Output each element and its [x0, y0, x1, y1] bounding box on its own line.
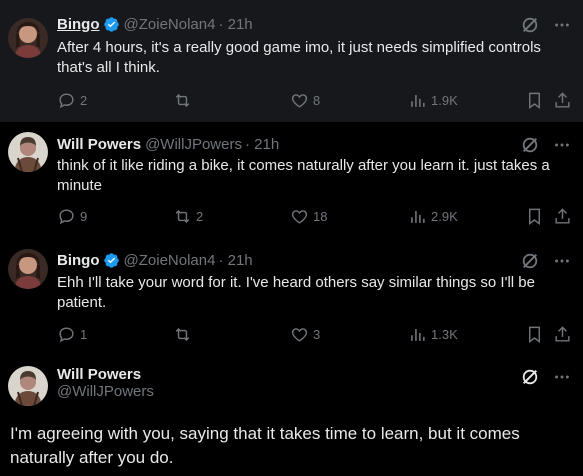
- repost-icon: [175, 209, 190, 224]
- timestamp[interactable]: · 21h: [245, 136, 279, 153]
- avatar-bingo[interactable]: [8, 18, 48, 58]
- avatar-bingo[interactable]: [8, 249, 48, 289]
- views-button[interactable]: 1.3K: [408, 325, 458, 344]
- tweet-text: think of it like riding a bike, it comes…: [57, 157, 550, 194]
- reply-button[interactable]: 9: [57, 207, 87, 226]
- like-button[interactable]: 18: [290, 207, 327, 226]
- grok-icon[interactable]: [521, 16, 539, 34]
- tweet-2[interactable]: Will Powers @WillJPowers · 21h think of …: [0, 122, 583, 239]
- timestamp[interactable]: · 21h: [218, 16, 252, 33]
- author-name[interactable]: Will Powers: [57, 136, 141, 153]
- like-count: 18: [313, 209, 328, 224]
- tweet-header: Bingo @ZoieNolan4 · 21h: [57, 250, 253, 270]
- verified-icon: [103, 16, 119, 32]
- timestamp[interactable]: · 21h: [218, 252, 252, 269]
- share-button[interactable]: [553, 207, 572, 226]
- tweet-actions: 9 2 18 2.9K: [57, 207, 577, 227]
- view-count: 1.3K: [431, 327, 458, 342]
- share-icon: [555, 208, 570, 224]
- main-tweet-text: I'm agreeing with you, saying that it ta…: [10, 424, 520, 467]
- tweet-top-icons: [521, 16, 571, 34]
- bookmark-button[interactable]: [525, 325, 544, 344]
- repost-button[interactable]: 2: [173, 207, 203, 226]
- reply-count: 9: [80, 209, 88, 224]
- reply-count: 2: [80, 93, 88, 108]
- reply-icon: [59, 93, 74, 109]
- reply-button[interactable]: 1: [57, 325, 87, 344]
- avatar-will-powers[interactable]: [8, 366, 48, 406]
- author-handle[interactable]: @ZoieNolan4: [124, 252, 216, 269]
- tweet-3[interactable]: Bingo @ZoieNolan4 · 21h Ehh I'll take yo…: [0, 239, 583, 356]
- tweet-top-icons: [521, 368, 571, 386]
- tweet-actions: 2 8 1.9K: [57, 91, 577, 111]
- repost-count: 2: [196, 209, 204, 224]
- views-button[interactable]: 1.9K: [408, 91, 458, 110]
- tweet-text: Ehh I'll take your word for it. I've hea…: [57, 274, 535, 311]
- share-button[interactable]: [553, 91, 572, 110]
- bookmark-button[interactable]: [525, 207, 544, 226]
- bookmark-icon: [529, 92, 540, 110]
- more-icon[interactable]: [553, 252, 571, 270]
- reply-icon: [59, 327, 74, 343]
- author-name[interactable]: Bingo: [57, 252, 100, 269]
- like-icon: [291, 328, 308, 342]
- tweet-1[interactable]: Bingo @ZoieNolan4 · 21h After 4 hours, i…: [0, 0, 583, 122]
- share-icon: [555, 326, 570, 342]
- main-tweet: Will Powers @WillJPowers I'm agreeing wi…: [0, 356, 583, 476]
- author-handle[interactable]: @WillJPowers: [145, 136, 242, 153]
- tweet-top-icons: [521, 136, 571, 154]
- like-icon: [291, 94, 308, 108]
- share-button[interactable]: [553, 325, 572, 344]
- author-handle[interactable]: @ZoieNolan4: [124, 16, 216, 33]
- views-icon: [411, 328, 425, 341]
- tweet-actions: 1 3 1.3K: [57, 325, 577, 345]
- bookmark-icon: [529, 208, 540, 226]
- more-icon[interactable]: [553, 368, 571, 386]
- like-button[interactable]: 3: [290, 325, 320, 344]
- reply-icon: [59, 209, 74, 225]
- grok-icon[interactable]: [521, 368, 539, 386]
- repost-icon: [175, 93, 190, 108]
- like-count: 8: [313, 93, 321, 108]
- tweet-header: Bingo @ZoieNolan4 · 21h: [57, 14, 253, 34]
- view-count: 2.9K: [431, 209, 458, 224]
- more-icon[interactable]: [553, 136, 571, 154]
- verified-icon: [103, 252, 119, 268]
- grok-icon[interactable]: [521, 252, 539, 270]
- tweet-header: Will Powers @WillJPowers · 21h: [57, 134, 279, 154]
- like-button[interactable]: 8: [290, 91, 320, 110]
- tweet-top-icons: [521, 252, 571, 270]
- repost-button[interactable]: [173, 325, 196, 344]
- tweet-text: After 4 hours, it's a really good game i…: [57, 39, 541, 76]
- author-handle[interactable]: @WillJPowers: [57, 383, 154, 400]
- views-icon: [411, 94, 425, 107]
- avatar-will-powers[interactable]: [8, 132, 48, 172]
- grok-icon[interactable]: [521, 136, 539, 154]
- bookmark-icon: [529, 326, 540, 344]
- reply-count: 1: [80, 327, 88, 342]
- like-icon: [291, 210, 308, 224]
- views-button[interactable]: 2.9K: [408, 207, 458, 226]
- bookmark-button[interactable]: [525, 91, 544, 110]
- like-count: 3: [313, 327, 321, 342]
- view-count: 1.9K: [431, 93, 458, 108]
- reply-button[interactable]: 2: [57, 91, 87, 110]
- repost-icon: [175, 327, 190, 342]
- share-icon: [555, 92, 570, 108]
- main-tweet-header: Will Powers @WillJPowers: [57, 366, 154, 406]
- repost-button[interactable]: [173, 91, 196, 110]
- author-name[interactable]: Bingo: [57, 16, 100, 33]
- views-icon: [411, 210, 425, 223]
- more-icon[interactable]: [553, 16, 571, 34]
- author-name[interactable]: Will Powers: [57, 366, 141, 383]
